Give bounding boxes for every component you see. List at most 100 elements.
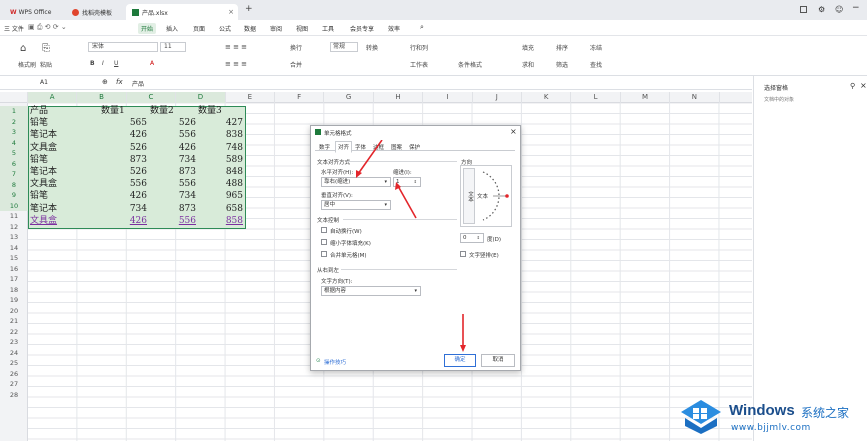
formula-input[interactable]: 产品 bbox=[132, 79, 144, 88]
menu-insert[interactable]: 插入 bbox=[166, 24, 178, 33]
menu-member[interactable]: 会员专享 bbox=[350, 24, 374, 33]
new-tab-button[interactable]: + bbox=[245, 4, 253, 14]
row-header[interactable]: 17 bbox=[0, 274, 28, 285]
menu-tools[interactable]: 工具 bbox=[322, 24, 334, 33]
table-cell[interactable]: 铅笔 bbox=[30, 118, 48, 129]
align-left-icon[interactable]: ≡ ≡ ≡ bbox=[225, 60, 247, 68]
sum-button[interactable]: 求和 bbox=[522, 60, 534, 69]
column-header[interactable]: H bbox=[374, 92, 424, 103]
row-header[interactable]: 19 bbox=[0, 295, 28, 306]
font-size-select[interactable]: 11 bbox=[160, 42, 186, 52]
column-header[interactable]: N bbox=[670, 92, 720, 103]
convert-button[interactable]: 转换 bbox=[366, 43, 378, 52]
row-header[interactable]: 5 bbox=[0, 148, 28, 159]
table-cell[interactable]: 565 bbox=[100, 118, 147, 129]
row-header[interactable]: 2 bbox=[0, 116, 28, 127]
menu-efficiency[interactable]: 效率 bbox=[388, 24, 400, 33]
table-cell[interactable]: 文具盒 bbox=[30, 179, 57, 190]
table-cell[interactable]: 426 bbox=[100, 130, 147, 141]
table-cell[interactable]: 526 bbox=[149, 118, 196, 129]
table-cell[interactable]: 426 bbox=[149, 143, 196, 154]
bold-button[interactable]: B bbox=[90, 60, 95, 67]
align-top-icon[interactable]: ≡ ≡ ≡ bbox=[225, 43, 247, 51]
column-header[interactable]: K bbox=[522, 92, 572, 103]
row-header[interactable]: 23 bbox=[0, 337, 28, 348]
row-header[interactable]: 7 bbox=[0, 169, 28, 180]
tab-file[interactable]: 产品.xlsx × bbox=[126, 4, 238, 20]
table-cell[interactable]: 488 bbox=[196, 179, 243, 190]
table-header-cell[interactable]: 数量2 bbox=[150, 106, 174, 117]
cell-reference[interactable]: A1 bbox=[40, 79, 48, 86]
row-header[interactable]: 14 bbox=[0, 243, 28, 254]
menu-data[interactable]: 数据 bbox=[244, 24, 256, 33]
row-header[interactable]: 26 bbox=[0, 369, 28, 380]
table-cell[interactable]: 658 bbox=[196, 204, 243, 215]
menu-home[interactable]: 开始 bbox=[138, 23, 157, 34]
menu-formula[interactable]: 公式 bbox=[219, 24, 231, 33]
row-header[interactable]: 11 bbox=[0, 211, 28, 222]
settings-icon[interactable]: ⚙ bbox=[818, 5, 825, 14]
table-cell[interactable]: 铅笔 bbox=[30, 155, 48, 166]
close-tab-icon[interactable]: × bbox=[228, 8, 234, 16]
row-header[interactable]: 20 bbox=[0, 306, 28, 317]
column-header[interactable]: L bbox=[571, 92, 621, 103]
column-header[interactable]: G bbox=[324, 92, 374, 103]
row-header[interactable]: 28 bbox=[0, 390, 28, 401]
dialog-close-icon[interactable]: × bbox=[510, 127, 517, 136]
format-painter-button[interactable]: 格式刷 bbox=[18, 60, 36, 69]
row-header[interactable]: 16 bbox=[0, 264, 28, 275]
minimize-icon[interactable]: − bbox=[852, 3, 860, 13]
paste-button[interactable]: 粘贴 bbox=[40, 60, 52, 69]
column-header[interactable]: A bbox=[28, 92, 78, 103]
table-cell[interactable]: 838 bbox=[196, 130, 243, 141]
select-all-corner[interactable] bbox=[0, 92, 28, 103]
table-cell[interactable]: 526 bbox=[100, 143, 147, 154]
row-header[interactable]: 15 bbox=[0, 253, 28, 264]
table-cell[interactable]: 873 bbox=[149, 167, 196, 178]
table-cell[interactable]: 589 bbox=[196, 155, 243, 166]
wrap-text-button[interactable]: 换行 bbox=[290, 43, 302, 52]
table-cell[interactable]: 笔记本 bbox=[30, 167, 57, 178]
cond-format-button[interactable]: 条件格式 bbox=[458, 60, 482, 69]
column-header[interactable]: D bbox=[176, 92, 226, 103]
row-header[interactable]: 18 bbox=[0, 285, 28, 296]
row-header[interactable]: 12 bbox=[0, 222, 28, 233]
font-color-icon[interactable]: A bbox=[150, 60, 154, 67]
table-cell[interactable]: 笔记本 bbox=[30, 204, 57, 215]
column-header[interactable]: M bbox=[621, 92, 671, 103]
row-header[interactable]: 10 bbox=[0, 200, 28, 211]
sort-button[interactable]: 排序 bbox=[556, 43, 568, 52]
row-header[interactable]: 9 bbox=[0, 190, 28, 201]
column-header[interactable]: E bbox=[226, 92, 275, 103]
underline-button[interactable]: U bbox=[114, 60, 118, 67]
column-header[interactable]: J bbox=[473, 92, 522, 103]
freeze-button[interactable]: 冻结 bbox=[590, 43, 602, 52]
table-header-cell[interactable]: 数量1 bbox=[101, 106, 125, 117]
menu-file[interactable]: 三 文件 bbox=[4, 24, 24, 33]
row-header[interactable]: 25 bbox=[0, 358, 28, 369]
zoom-icon[interactable]: ⊕ bbox=[102, 78, 108, 86]
worksheet-button[interactable]: 工作表 bbox=[410, 60, 428, 69]
column-header[interactable]: I bbox=[423, 92, 473, 103]
table-cell[interactable]: 526 bbox=[100, 167, 147, 178]
row-header[interactable]: 13 bbox=[0, 232, 28, 243]
table-cell[interactable]: 笔记本 bbox=[30, 130, 57, 141]
quick-access-icons[interactable]: ▣ ⎙ ⟲ ⟳ ⌄ bbox=[28, 23, 67, 32]
table-cell[interactable]: 734 bbox=[149, 155, 196, 166]
table-cell[interactable]: 965 bbox=[196, 191, 243, 202]
layout-icon[interactable] bbox=[800, 6, 807, 13]
table-cell[interactable]: 文具盒 bbox=[30, 143, 57, 154]
tab-wps-office[interactable]: W WPS Office bbox=[4, 4, 64, 20]
column-header[interactable]: B bbox=[77, 92, 127, 103]
menu-view[interactable]: 视图 bbox=[296, 24, 308, 33]
table-cell[interactable]: 556 bbox=[149, 216, 196, 227]
table-cell[interactable]: 858 bbox=[196, 216, 243, 227]
dial-handle[interactable] bbox=[505, 194, 509, 198]
find-button[interactable]: 查找 bbox=[590, 60, 602, 69]
menu-review[interactable]: 审阅 bbox=[270, 24, 282, 33]
tab-template[interactable]: 找稻壳模板 bbox=[66, 4, 124, 20]
fx-button[interactable]: fx bbox=[116, 78, 123, 86]
pin-icon[interactable]: ⚲ bbox=[850, 82, 855, 90]
row-header[interactable]: 27 bbox=[0, 379, 28, 390]
table-cell[interactable]: 748 bbox=[196, 143, 243, 154]
